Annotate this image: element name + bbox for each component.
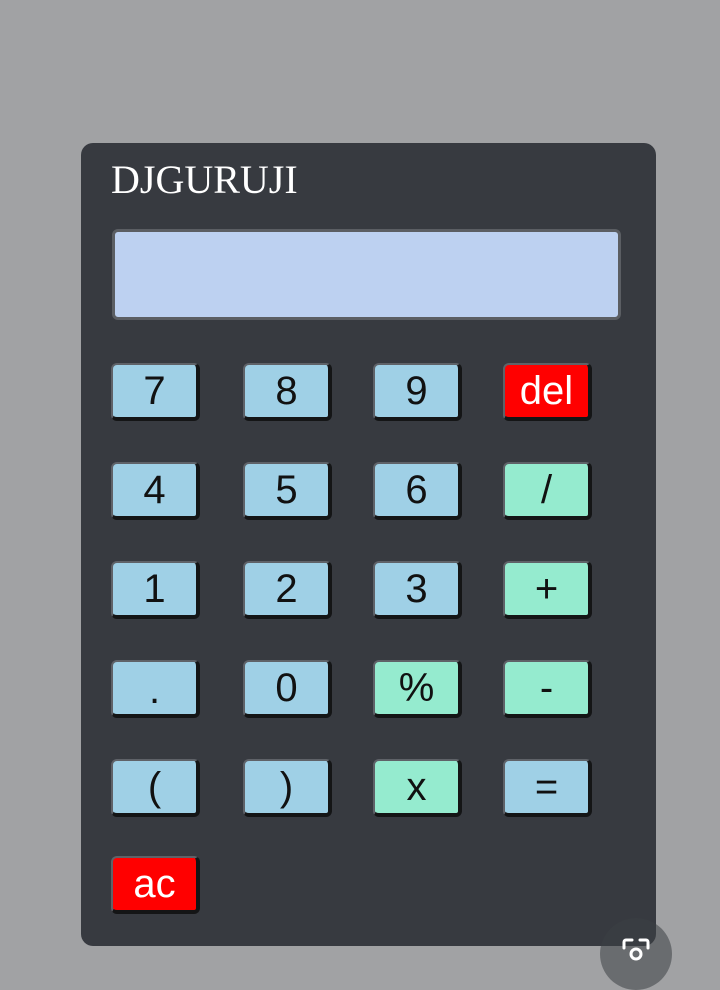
key-8[interactable]: 8: [243, 363, 332, 421]
calculator-body: DJGURUJI 7 8 9 del 4 5 6 / 1 2 3 + . 0 %…: [81, 143, 656, 946]
key-3[interactable]: 3: [373, 561, 462, 619]
key-9[interactable]: 9: [373, 363, 462, 421]
plus-button[interactable]: +: [503, 561, 592, 619]
lens-corners-icon: [622, 938, 650, 961]
lens-search-icon[interactable]: [600, 918, 672, 990]
open-paren-button[interactable]: (: [111, 759, 200, 817]
key-6[interactable]: 6: [373, 462, 462, 520]
delete-button[interactable]: del: [503, 363, 592, 421]
all-clear-button[interactable]: ac: [111, 856, 200, 914]
key-5[interactable]: 5: [243, 462, 332, 520]
decimal-point-button[interactable]: .: [111, 660, 200, 718]
key-4[interactable]: 4: [111, 462, 200, 520]
calculator-display[interactable]: [112, 229, 621, 320]
close-paren-button[interactable]: ): [243, 759, 332, 817]
percent-button[interactable]: %: [373, 660, 462, 718]
brand-title: DJGURUJI: [111, 157, 298, 202]
divide-button[interactable]: /: [503, 462, 592, 520]
key-2[interactable]: 2: [243, 561, 332, 619]
key-0[interactable]: 0: [243, 660, 332, 718]
key-7[interactable]: 7: [111, 363, 200, 421]
equals-button[interactable]: =: [503, 759, 592, 817]
key-1[interactable]: 1: [111, 561, 200, 619]
multiply-button[interactable]: x: [373, 759, 462, 817]
minus-button[interactable]: -: [503, 660, 592, 718]
